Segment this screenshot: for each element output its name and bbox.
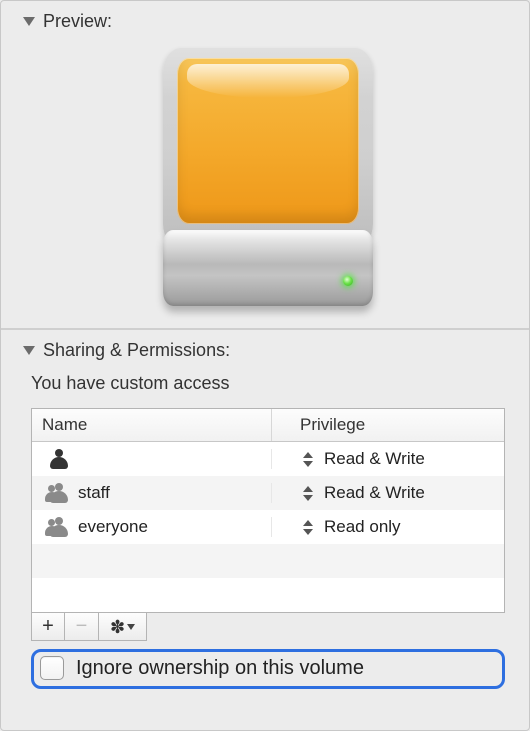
ignore-ownership-row[interactable]: Ignore ownership on this volume: [31, 649, 505, 689]
gear-icon: ✽: [110, 618, 125, 636]
name-cell: staff: [32, 483, 272, 503]
name-label: everyone: [78, 517, 148, 537]
column-privilege-header[interactable]: Privilege: [272, 409, 504, 441]
table-row: [32, 578, 504, 612]
disclosure-triangle-icon: [23, 346, 35, 355]
table-row: [32, 544, 504, 578]
permissions-toolbar: + − ✽: [31, 613, 505, 641]
group-icon: [48, 517, 70, 537]
sharing-section: Sharing & Permissions: You have custom a…: [1, 330, 529, 713]
disclosure-triangle-icon: [23, 17, 35, 26]
chevron-down-icon: [127, 624, 135, 630]
drive-preview: [23, 32, 513, 306]
privilege-cell[interactable]: Read only: [272, 517, 504, 537]
name-label: staff: [78, 483, 110, 503]
name-cell: [32, 449, 272, 469]
add-button[interactable]: +: [31, 613, 65, 641]
preview-section: Preview:: [1, 1, 529, 330]
user-icon: [48, 449, 70, 469]
privilege-label: Read & Write: [324, 449, 425, 469]
table-row[interactable]: everyone Read only: [32, 510, 504, 544]
privilege-label: Read only: [324, 517, 401, 537]
ignore-ownership-label: Ignore ownership on this volume: [76, 657, 364, 680]
privilege-cell[interactable]: Read & Write: [272, 449, 504, 469]
plus-icon: +: [42, 615, 54, 638]
privilege-stepper-icon[interactable]: [300, 484, 316, 502]
access-status: You have custom access: [31, 373, 511, 394]
sharing-title: Sharing & Permissions:: [43, 340, 230, 361]
privilege-stepper-icon[interactable]: [300, 450, 316, 468]
minus-icon: −: [76, 615, 88, 638]
table-row[interactable]: Read & Write: [32, 442, 504, 476]
column-name-header[interactable]: Name: [32, 409, 272, 441]
action-menu-button[interactable]: ✽: [99, 613, 147, 641]
privilege-label: Read & Write: [324, 483, 425, 503]
name-cell: everyone: [32, 517, 272, 537]
external-drive-icon: [163, 48, 373, 306]
sharing-disclosure[interactable]: Sharing & Permissions:: [23, 340, 513, 361]
ignore-ownership-checkbox[interactable]: [40, 656, 64, 680]
group-icon: [48, 483, 70, 503]
privilege-stepper-icon[interactable]: [300, 518, 316, 536]
permissions-table: Name Privilege Read & Write staff Read & W…: [31, 408, 505, 613]
preview-title: Preview:: [43, 11, 112, 32]
table-row[interactable]: staff Read & Write: [32, 476, 504, 510]
remove-button: −: [65, 613, 99, 641]
privilege-cell[interactable]: Read & Write: [272, 483, 504, 503]
preview-disclosure[interactable]: Preview:: [23, 11, 513, 32]
permissions-header: Name Privilege: [32, 409, 504, 442]
